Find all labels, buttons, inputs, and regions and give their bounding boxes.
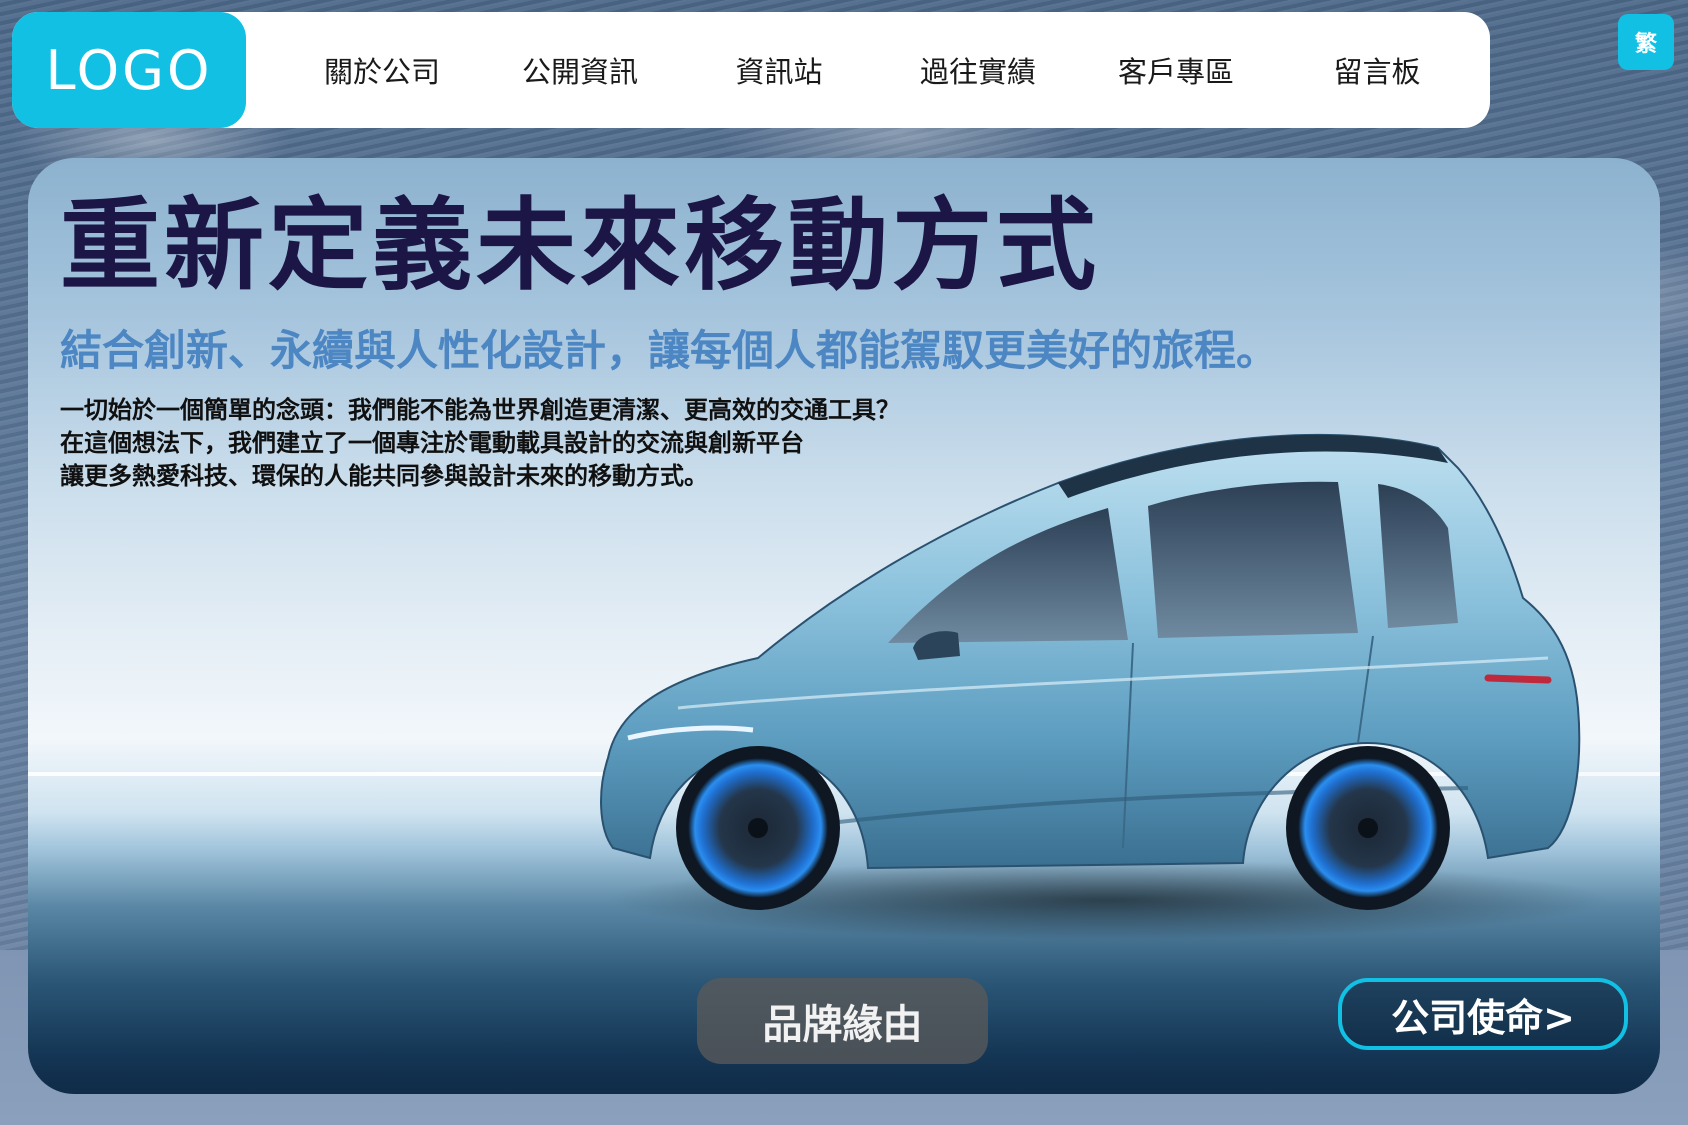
nav-item-about[interactable]: 關於公司: [324, 49, 440, 91]
language-toggle-button[interactable]: 繁: [1618, 14, 1674, 70]
nav-item-customer-area[interactable]: 客戶專區: [1118, 49, 1234, 91]
nav-item-info-station[interactable]: 資訊站: [735, 49, 822, 91]
hero-title: 重新定義未來移動方式: [60, 187, 1100, 304]
nav-item-message-board[interactable]: 留言板: [1333, 49, 1420, 91]
nav-item-past-projects[interactable]: 過往實績: [920, 49, 1036, 91]
nav-menu: 關於公司 公開資訊 資訊站 過往實績 客戶專區 留言板: [280, 12, 1480, 128]
brand-origin-button[interactable]: 品牌緣由: [697, 978, 988, 1064]
company-mission-button[interactable]: 公司使命>: [1338, 978, 1628, 1050]
logo[interactable]: LOGO: [12, 12, 246, 128]
electric-car-image: [600, 433, 1608, 940]
hero-section: 重新定義未來移動方式 結合創新、永續與人性化設計，讓每個人都能駕馭更美好的旅程。…: [28, 158, 1660, 1094]
hero-subtitle: 結合創新、永續與人性化設計，讓每個人都能駕馭更美好的旅程。: [60, 326, 1279, 375]
nav-item-public-info[interactable]: 公開資訊: [522, 49, 638, 91]
